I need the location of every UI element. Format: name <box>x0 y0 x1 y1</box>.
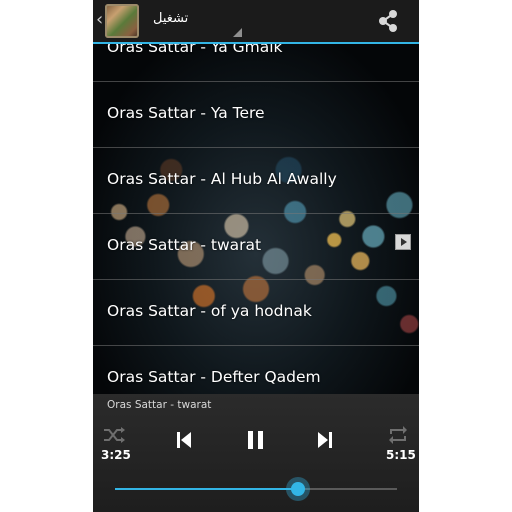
song-title: Oras Sattar - Defter Qadem <box>107 368 321 386</box>
seek-progress <box>115 488 299 490</box>
repeat-button[interactable] <box>383 420 413 450</box>
next-button[interactable] <box>311 425 341 455</box>
shuffle-icon <box>104 427 125 443</box>
share-button[interactable] <box>373 6 403 36</box>
previous-icon <box>177 432 191 448</box>
song-title: Oras Sattar - Ya Tere <box>107 104 265 122</box>
song-title: Oras Sattar - Ya Gmalk <box>107 44 283 56</box>
song-list[interactable]: Oras Sattar - Ya Gmalk Oras Sattar - Ya … <box>93 44 419 394</box>
pause-button[interactable] <box>241 425 271 455</box>
list-item[interactable]: Oras Sattar - Defter Qadem <box>93 345 419 394</box>
seek-bar[interactable] <box>115 477 397 501</box>
next-icon <box>318 432 332 448</box>
share-icon <box>379 10 397 32</box>
action-bar: ‹ تشغيل <box>93 0 419 44</box>
pause-icon <box>248 431 263 449</box>
seek-thumb[interactable] <box>286 477 311 501</box>
list-item[interactable]: Oras Sattar - Ya Tere <box>93 81 419 148</box>
player-panel: Oras Sattar - twarat 3:25 5:15 <box>93 394 419 512</box>
repeat-icon <box>389 426 407 444</box>
music-player-screen: ‹ تشغيل Oras Sattar - Ya Gmalk Oras Satt… <box>93 0 419 512</box>
song-title: Oras Sattar - of ya hodnak <box>107 302 312 320</box>
previous-button[interactable] <box>168 425 198 455</box>
song-title: Oras Sattar - twarat <box>107 236 262 254</box>
song-title: Oras Sattar - Al Hub Al Awally <box>107 170 337 188</box>
list-item[interactable]: Oras Sattar - Ya Gmalk <box>93 44 419 82</box>
screen-title: تشغيل <box>153 11 189 26</box>
list-item[interactable]: Oras Sattar - twarat <box>93 213 419 280</box>
total-duration: 5:15 <box>386 448 416 462</box>
dropdown-indicator-icon <box>233 28 242 37</box>
list-item[interactable]: Oras Sattar - of ya hodnak <box>93 279 419 346</box>
app-thumbnail-icon[interactable] <box>105 4 139 38</box>
list-item[interactable]: Oras Sattar - Al Hub Al Awally <box>93 147 419 214</box>
shuffle-button[interactable] <box>99 420 129 450</box>
elapsed-time: 3:25 <box>101 448 131 462</box>
now-playing-icon <box>395 234 411 250</box>
now-playing-title: Oras Sattar - twarat <box>107 399 212 411</box>
